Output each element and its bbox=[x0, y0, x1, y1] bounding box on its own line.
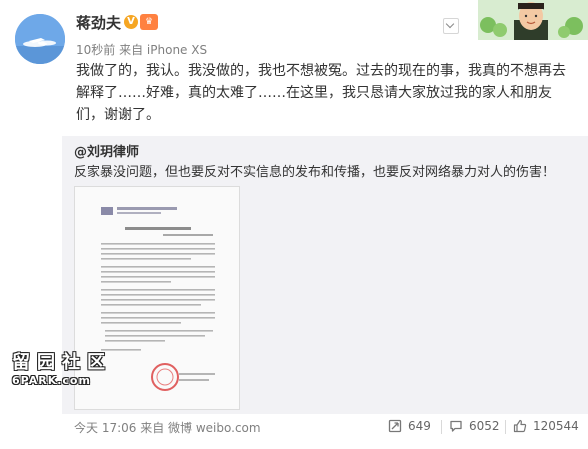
avatar[interactable] bbox=[15, 14, 65, 64]
watermark-cn: 留园社区 bbox=[12, 352, 112, 373]
like-button[interactable]: 120544 bbox=[513, 419, 579, 433]
cartoon-portrait-icon bbox=[478, 0, 588, 40]
repost-time[interactable]: 今天 17:06 bbox=[74, 421, 136, 435]
comment-count: 6052 bbox=[469, 419, 500, 433]
user-name[interactable]: 蒋劲夫 bbox=[76, 12, 121, 33]
repost-meta: 今天 17:06 来自 微博 weibo.com bbox=[74, 419, 261, 436]
comment-button[interactable]: 6052 bbox=[449, 419, 500, 433]
comment-icon bbox=[450, 420, 462, 432]
profile-card-thumbnail bbox=[478, 0, 588, 40]
repost-source: 来自 微博 weibo.com bbox=[140, 421, 261, 435]
thumbs-up-icon bbox=[513, 419, 527, 433]
post-source: 来自 iPhone XS bbox=[119, 43, 208, 57]
chevron-down-icon[interactable] bbox=[443, 18, 459, 34]
post-text: 我做了的，我认。我没做的，我也不想被冤。过去的现在的事，我真的不想再去解释了……… bbox=[76, 63, 566, 123]
like-count: 120544 bbox=[533, 419, 579, 433]
repost-author-link[interactable]: @刘玥律师 bbox=[74, 141, 139, 160]
watermark-en: 6PARK.com bbox=[12, 374, 91, 387]
repost-text: 反家暴没问题，但也要反对不实信息的发布和传播，也要反对网络暴力对人的伤害！ bbox=[74, 165, 556, 180]
repost-count: 649 bbox=[408, 419, 431, 433]
post-time[interactable]: 10秒前 bbox=[76, 43, 115, 57]
avatar-image bbox=[15, 14, 65, 64]
verified-badge-icon: V bbox=[124, 15, 138, 29]
post-meta: 10秒前 来自 iPhone XS bbox=[76, 41, 207, 58]
repost-icon bbox=[388, 419, 402, 433]
repost-button[interactable]: 649 bbox=[388, 419, 431, 433]
member-badge-icon: ♛ bbox=[140, 14, 158, 30]
watermark: 留园社区 6PARK.com bbox=[12, 348, 112, 387]
